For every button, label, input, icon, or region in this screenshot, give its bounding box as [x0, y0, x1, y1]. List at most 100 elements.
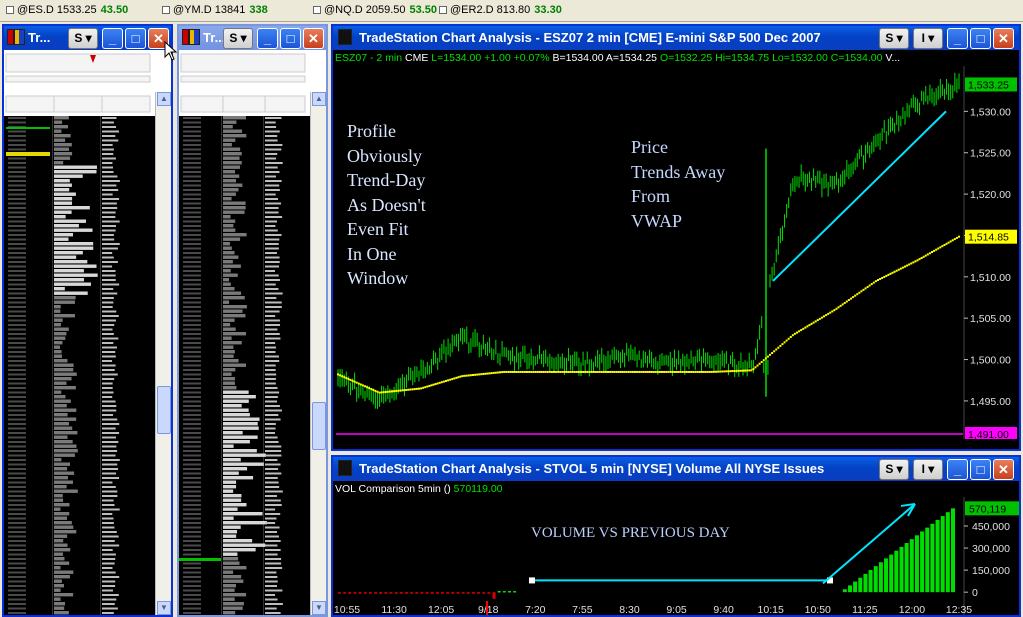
vwap-dot	[677, 370, 680, 373]
scroll-down-icon[interactable]: ▼	[157, 601, 171, 615]
profile-bar	[54, 134, 71, 138]
vwap-dot	[590, 370, 593, 373]
profile-bar	[223, 129, 243, 133]
price-cell	[8, 396, 26, 398]
profile-bar	[54, 233, 73, 237]
indicator-link-button[interactable]: I ▾	[913, 28, 943, 49]
vwap-dot	[939, 246, 942, 249]
volume-cell	[102, 306, 113, 308]
vwap-dot	[442, 380, 445, 383]
price-cell	[183, 229, 201, 232]
vwap-dot	[895, 269, 898, 272]
profile-bar	[223, 530, 238, 534]
minimize-button[interactable]: _	[102, 28, 123, 49]
profile-bar	[223, 255, 239, 259]
scroll-thumb[interactable]	[157, 386, 171, 434]
vwap-dot	[858, 291, 861, 294]
price-plot[interactable]: 1,530.001,525.001,520.001,515.001,510.00…	[333, 50, 1019, 439]
dom-price-ladder[interactable]	[179, 116, 326, 615]
symbol-link-button[interactable]: S ▾	[68, 28, 98, 49]
market-depth-window-2[interactable]: Tr... S ▾ _ □ ✕ ▲ ▼	[177, 24, 328, 617]
vertical-scrollbar[interactable]: ▲ ▼	[310, 92, 326, 615]
indicator-link-button[interactable]: I ▾	[913, 459, 943, 480]
vwap-dot	[519, 370, 522, 373]
close-button[interactable]: ✕	[993, 28, 1014, 49]
volume-plot[interactable]: 450,000 300,000 150,000 0 10:55 11:30 12:05 9/1…	[333, 481, 1019, 615]
minimize-button[interactable]: _	[257, 28, 278, 49]
minimize-button[interactable]: _	[947, 28, 968, 49]
ticker-checkbox[interactable]	[6, 6, 14, 14]
price-cell	[183, 562, 201, 565]
vwap-dot	[800, 329, 803, 332]
vwap-dot	[461, 375, 464, 378]
volume-cell	[102, 274, 116, 277]
price-chart-window[interactable]: TradeStation Chart Analysis - ESZ07 2 mi…	[331, 24, 1021, 451]
ticker-checkbox[interactable]	[162, 6, 170, 14]
price-cell	[183, 436, 201, 439]
volume-cell	[265, 310, 280, 313]
volume-cell	[265, 481, 279, 484]
volume-chart-window[interactable]: TradeStation Chart Analysis - STVOL 5 mi…	[331, 455, 1021, 617]
profile-bar	[223, 413, 250, 417]
price-cell	[183, 279, 201, 281]
ticker-es[interactable]: @ES.D 1533.25 43.50	[6, 4, 128, 16]
volume-cell	[102, 589, 114, 592]
close-button[interactable]: ✕	[993, 459, 1014, 480]
vwap-dot	[700, 370, 703, 373]
ticker-nq[interactable]: @NQ.D 2059.50 53.50	[313, 4, 437, 16]
profile-bar	[223, 332, 247, 336]
maximize-button[interactable]: □	[970, 459, 991, 480]
vwap-dot	[870, 283, 873, 286]
vertical-scrollbar[interactable]: ▲ ▼	[155, 92, 171, 615]
price-cell	[183, 445, 201, 448]
window-titlebar[interactable]: TradeStation Chart Analysis - STVOL 5 mi…	[333, 457, 1019, 481]
ticker-er2[interactable]: @ER2.D 813.80 33.30	[439, 4, 562, 16]
ticker-checkbox[interactable]	[313, 6, 321, 14]
scroll-thumb[interactable]	[312, 402, 326, 450]
close-button[interactable]: ✕	[303, 28, 324, 49]
vwap-dot	[949, 240, 952, 243]
volume-cell	[265, 594, 276, 596]
vwap-price-tag: 1,514.85	[968, 232, 1009, 244]
vwap-dot	[459, 375, 462, 378]
vwap-dot	[361, 384, 364, 387]
vwap-dot	[656, 370, 659, 373]
scroll-down-icon[interactable]: ▼	[312, 601, 326, 615]
maximize-button[interactable]: □	[125, 28, 146, 49]
dom-price-ladder[interactable]	[4, 116, 171, 615]
scroll-up-icon[interactable]: ▲	[312, 92, 326, 106]
vwap-dot	[413, 388, 416, 391]
price-cell	[183, 234, 201, 236]
price-cell	[8, 468, 26, 470]
market-depth-window-1[interactable]: Tr... S ▾ _ □ ✕ ▲ ▼	[2, 24, 173, 617]
inside-bid-marker	[179, 558, 221, 561]
minimize-button[interactable]: _	[947, 459, 968, 480]
window-titlebar[interactable]: TradeStation Chart Analysis - ESZ07 2 mi…	[333, 26, 1019, 50]
volume-cell	[102, 535, 119, 538]
ticker-checkbox[interactable]	[439, 6, 447, 14]
vwap-dot	[573, 370, 576, 373]
vwap-dot	[947, 241, 950, 244]
maximize-button[interactable]: □	[280, 28, 301, 49]
maximize-button[interactable]: □	[970, 28, 991, 49]
volume-bar	[853, 581, 858, 593]
volume-cell	[102, 225, 116, 227]
symbol-link-button[interactable]: S ▾	[223, 28, 253, 49]
volume-cell	[265, 306, 282, 308]
volume-bar	[899, 546, 904, 593]
volume-cell	[102, 153, 114, 155]
ticker-ym[interactable]: @YM.D 13841 338	[162, 4, 268, 16]
symbol-link-button[interactable]: S ▾	[879, 28, 909, 49]
window-titlebar[interactable]: Tr... S ▾ _ □ ✕	[179, 26, 326, 50]
price-cell	[183, 414, 201, 416]
scroll-up-icon[interactable]: ▲	[157, 92, 171, 106]
window-titlebar[interactable]: Tr... S ▾ _ □ ✕	[4, 26, 171, 50]
price-chart-area[interactable]: ESZ07 - 2 min CME L=1534.00 +1.00 +0.07%…	[333, 50, 1019, 449]
price-cell	[183, 355, 201, 358]
vwap-dot	[607, 370, 609, 373]
profile-bar	[223, 534, 237, 538]
symbol-link-button[interactable]: S ▾	[879, 459, 909, 480]
volume-chart-area[interactable]: VOL Comparison 5min () 570119.00 450,000…	[333, 481, 1019, 615]
vwap-dot	[447, 379, 450, 382]
time-tick-label: 9/18	[478, 604, 499, 615]
